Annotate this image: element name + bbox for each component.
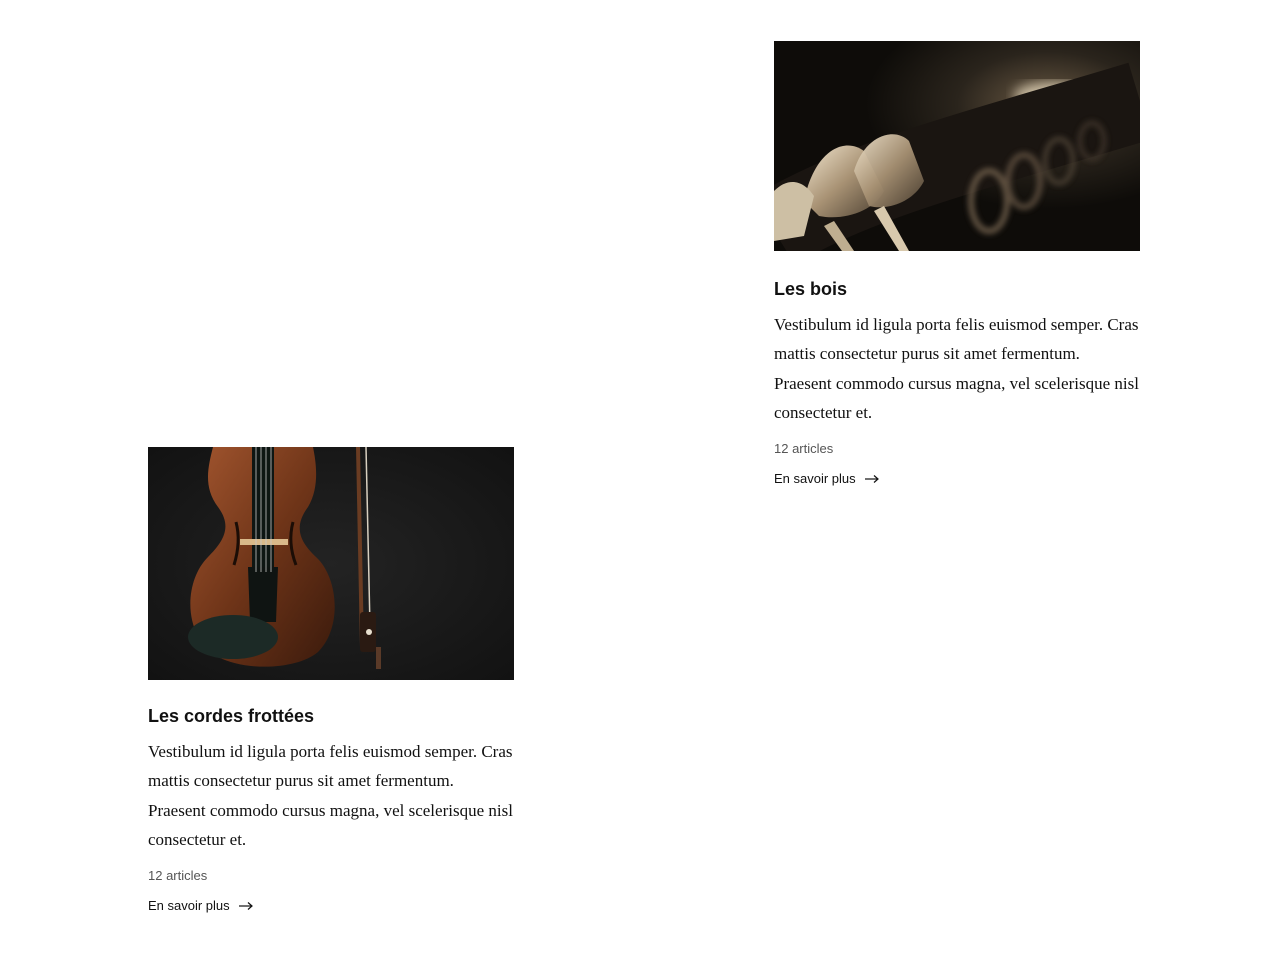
card-description: Vestibulum id ligula porta felis euismod… (148, 742, 513, 849)
violin-image[interactable] (148, 447, 514, 680)
card-title[interactable]: Les bois (774, 278, 1140, 300)
arrow-right-icon (864, 475, 879, 484)
learn-more-link[interactable]: En savoir plus (148, 898, 254, 914)
article-count: 12 articles (148, 868, 208, 884)
clarinet-image[interactable] (774, 41, 1140, 251)
card-description: Vestibulum id ligula porta felis euismod… (774, 315, 1139, 422)
category-card-bois: Les bois Vestibulum id ligula porta feli… (774, 41, 1140, 488)
card-title[interactable]: Les cordes frottées (148, 705, 514, 727)
learn-more-label: En savoir plus (774, 471, 856, 487)
learn-more-label: En savoir plus (148, 898, 230, 914)
category-card-cordes: Les cordes frottées Vestibulum id ligula… (148, 447, 514, 915)
arrow-right-icon (238, 902, 253, 911)
learn-more-link[interactable]: En savoir plus (774, 471, 880, 487)
article-count: 12 articles (774, 441, 834, 457)
